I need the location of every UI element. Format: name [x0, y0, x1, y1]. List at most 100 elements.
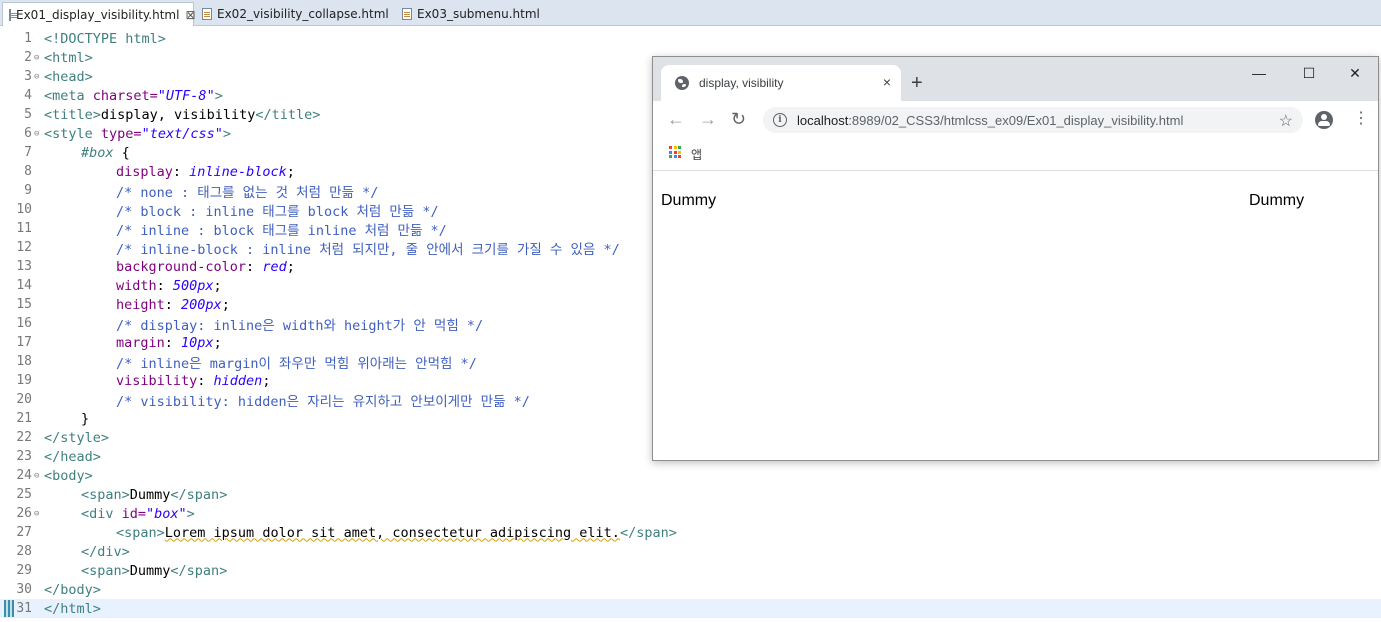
fold-toggle-icon[interactable]: ⊖ — [34, 509, 44, 519]
code-comment: /* visibility: hidden은 자리는 유지하고 안보이게만 만듦… — [116, 393, 530, 410]
code-line: 28 </div> — [0, 542, 1381, 561]
address-bar[interactable]: i localhost:8989/02_CSS3/htmlcss_ex09/Ex… — [763, 107, 1303, 133]
code-line: 30 </body> — [0, 580, 1381, 599]
editor-tab-bar: Ex01_display_visibility.html ⊠ Ex02_visi… — [0, 0, 1381, 26]
close-window-icon[interactable]: ✕ — [1345, 65, 1365, 82]
line-number: 21 — [16, 411, 32, 426]
change-marker — [4, 600, 14, 617]
browser-tab[interactable]: display, visibility × — [661, 65, 901, 101]
code-text: </div> — [81, 543, 130, 560]
line-number: 17 — [16, 335, 32, 350]
code-line: 26 ⊖ <div id="box"> — [0, 504, 1381, 523]
line-number: 7 — [24, 145, 32, 160]
code-text: <style type="text/css"> — [44, 125, 231, 142]
code-line: 25 <span>Dummy</span> — [0, 485, 1381, 504]
apps-grid-dot — [678, 146, 681, 149]
code-comment: /* display: inline은 width와 height가 안 먹힘 … — [116, 317, 484, 334]
line-number: 14 — [16, 278, 32, 293]
info-icon[interactable]: i — [773, 113, 787, 127]
apps-grid-dot — [673, 150, 677, 154]
browser-window: display, visibility × + — ☐ ✕ ← → ↻ i lo… — [652, 56, 1379, 461]
code-text: </head> — [44, 448, 101, 465]
line-number: 4 — [24, 88, 32, 103]
minimize-icon[interactable]: — — [1249, 65, 1269, 81]
line-number: 30 — [16, 582, 32, 597]
line-number: 29 — [16, 563, 32, 578]
code-text: width: 500px; — [116, 277, 222, 294]
apps-grid-dot — [669, 146, 672, 149]
line-number: 8 — [24, 164, 32, 179]
browser-tab-title: display, visibility — [699, 76, 784, 90]
code-text: height: 200px; — [116, 296, 230, 313]
apps-grid-dot — [673, 146, 677, 149]
editor-tab-ex03[interactable]: Ex03_submenu.html — [396, 2, 546, 26]
code-text: <title>display, visibility</title> — [44, 106, 321, 123]
code-text: visibility: hidden; — [116, 372, 271, 389]
line-number: 27 — [16, 525, 32, 540]
maximize-icon[interactable]: ☐ — [1299, 65, 1319, 82]
fold-toggle-icon[interactable]: ⊖ — [34, 72, 44, 82]
line-number: 25 — [16, 487, 32, 502]
code-text: <html> — [44, 49, 93, 66]
code-line: 24 ⊖ <body> — [0, 466, 1381, 485]
line-number: 18 — [16, 354, 32, 369]
code-comment: /* none : 태그를 없는 것 처럼 만듦 */ — [116, 184, 379, 201]
apps-grid-dot — [673, 155, 677, 158]
code-line: 1 <!DOCTYPE html> — [0, 29, 1381, 48]
bookmark-star-icon[interactable]: ☆ — [1279, 111, 1293, 131]
back-arrow-icon[interactable]: ← — [667, 109, 685, 129]
dummy-text-left: Dummy — [661, 192, 717, 209]
code-line: 29 <span>Dummy</span> — [0, 561, 1381, 580]
fold-toggle-icon[interactable]: ⊖ — [34, 53, 44, 63]
editor-tab-label: Ex01_display_visibility.html — [16, 7, 180, 22]
line-number: 5 — [24, 107, 32, 122]
code-comment: /* inline은 margin이 좌우만 먹힘 위아래는 안먹힘 */ — [116, 355, 477, 372]
close-tab-icon[interactable]: ⊠ — [185, 8, 195, 22]
browser-toolbar: ← → ↻ i localhost:8989/02_CSS3/htmlcss_e… — [653, 101, 1378, 139]
apps-label[interactable]: 앱 — [691, 146, 702, 163]
line-number: 16 — [16, 316, 32, 331]
line-number: 28 — [16, 544, 32, 559]
html-file-icon — [202, 8, 212, 20]
close-tab-icon[interactable]: × — [883, 74, 891, 90]
url-text[interactable]: localhost:8989/02_CSS3/htmlcss_ex09/Ex01… — [797, 113, 1183, 128]
apps-grid-dot — [669, 150, 672, 154]
fold-toggle-icon[interactable]: ⊖ — [34, 471, 44, 481]
code-text: <!DOCTYPE html> — [44, 30, 166, 47]
fold-toggle-icon[interactable]: ⊖ — [34, 129, 44, 139]
line-number: 10 — [16, 202, 32, 217]
line-number: 22 — [16, 430, 32, 445]
code-text: </body> — [44, 581, 101, 598]
code-text: </style> — [44, 429, 110, 446]
apps-grid-icon[interactable] — [669, 146, 681, 158]
line-number: 1 — [24, 31, 32, 46]
code-line: 27 <span>Lorem ipsum dolor sit amet, con… — [0, 523, 1381, 542]
line-number: 9 — [24, 183, 32, 198]
editor-tab-ex02[interactable]: Ex02_visibility_collapse.html — [196, 2, 396, 26]
code-text: <span>Lorem ipsum dolor sit amet, consec… — [116, 524, 677, 541]
code-text: <span>Dummy</span> — [81, 486, 228, 503]
code-text: <meta charset="UTF-8"> — [44, 87, 223, 104]
code-line-current: 31 </html> — [0, 599, 1381, 618]
line-number: 24 — [16, 468, 32, 483]
line-number: 6 — [24, 126, 32, 141]
line-number: 12 — [16, 240, 32, 255]
line-number: 23 — [16, 449, 32, 464]
code-text: } — [81, 410, 90, 427]
editor-tab-ex01[interactable]: Ex01_display_visibility.html ⊠ — [2, 2, 196, 26]
editor-tab-label: Ex03_submenu.html — [417, 7, 540, 21]
page-viewport: Dummy Dummy — [653, 171, 1378, 460]
reload-icon[interactable]: ↻ — [731, 109, 746, 129]
code-comment: /* block : inline 태그를 block 처럼 만듦 */ — [116, 203, 439, 220]
menu-kebab-icon[interactable]: ⋮ — [1353, 109, 1369, 129]
html-file-icon — [402, 8, 412, 20]
forward-arrow-icon[interactable]: → — [699, 109, 717, 129]
profile-avatar-icon[interactable] — [1315, 111, 1333, 129]
new-tab-button[interactable]: + — [911, 73, 923, 93]
globe-icon — [675, 76, 689, 90]
code-text: margin: 10px; — [116, 334, 222, 351]
code-text: <div id="box"> — [81, 505, 195, 522]
browser-title-bar: display, visibility × + — ☐ ✕ — [653, 57, 1378, 101]
line-number: 13 — [16, 259, 32, 274]
code-text: display: inline-block; — [116, 163, 295, 180]
